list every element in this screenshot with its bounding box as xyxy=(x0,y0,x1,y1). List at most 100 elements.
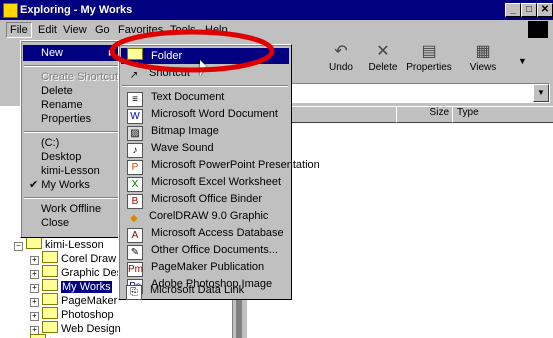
views-dropdown-icon[interactable]: ▼ xyxy=(518,56,527,66)
menu-edit[interactable]: Edit xyxy=(38,24,57,36)
views-button[interactable]: ▦ Views xyxy=(462,42,504,78)
tree-label: Corel Draw xyxy=(61,253,117,265)
collapse-icon[interactable]: − xyxy=(14,242,23,251)
folder-icon xyxy=(42,307,58,319)
folder-icon xyxy=(30,334,46,338)
menu-item-office-binder[interactable]: B Microsoft Office Binder xyxy=(127,191,263,209)
delete-label: Delete xyxy=(368,62,398,73)
annotation-ellipse-shape xyxy=(109,29,275,73)
tree-item-graphic-design[interactable]: + Graphic Desig xyxy=(30,265,131,279)
annotation-ellipse xyxy=(109,29,275,73)
menu-item-other-office[interactable]: ✎ Other Office Documents... xyxy=(127,242,278,260)
item-label: Other Office Documents... xyxy=(151,244,278,256)
title-bar: Exploring - My Works _ □ ✕ xyxy=(0,0,553,20)
item-label: Microsoft Data Link xyxy=(150,284,245,296)
checkmark-icon: ✔ xyxy=(29,179,39,191)
menu-item-text-document[interactable]: ≡ Text Document xyxy=(127,89,225,107)
open-folder-icon xyxy=(42,279,58,291)
address-dropdown-icon[interactable]: ▼ xyxy=(533,84,549,102)
item-label: Text Document xyxy=(151,91,225,103)
close-button[interactable]: ✕ xyxy=(537,3,553,17)
column-header-type[interactable]: Type xyxy=(452,106,553,123)
tree-item-web-design[interactable]: + Web Design xyxy=(30,321,121,335)
menu-item-powerpoint[interactable]: P Microsoft PowerPoint Presentation xyxy=(127,157,320,175)
menu-bar: File Edit View Go Favorites Tools Help xyxy=(0,20,553,40)
item-label: Microsoft Excel Worksheet xyxy=(151,176,282,188)
menu-item-wave-sound[interactable]: ♪ Wave Sound xyxy=(127,140,214,158)
menu-separator xyxy=(24,197,118,199)
views-label: Views xyxy=(469,62,497,73)
properties-button[interactable]: ▤ Properties xyxy=(404,42,454,78)
tree-label: PageMaker xyxy=(61,295,118,307)
expand-icon[interactable]: + xyxy=(30,256,39,265)
item-label: PageMaker Publication xyxy=(151,261,265,273)
menu-item-recent-my-works[interactable]: ✔ My Works xyxy=(29,177,90,193)
new-label: New xyxy=(41,47,64,59)
properties-icon: ▤ xyxy=(421,43,437,60)
expand-icon[interactable]: + xyxy=(30,298,39,307)
menu-item-close[interactable]: Close xyxy=(41,215,69,231)
menu-item-bitmap-image[interactable]: ▨ Bitmap Image xyxy=(127,123,219,141)
office-binder-icon: B xyxy=(127,194,143,209)
menu-separator xyxy=(122,85,288,87)
splitter-bar xyxy=(236,300,242,338)
menu-item-word-document[interactable]: W Microsoft Word Document xyxy=(127,106,278,124)
my-works-label: My Works xyxy=(41,179,90,191)
folder-icon xyxy=(42,265,58,277)
undo-button[interactable]: ↶ Undo xyxy=(320,42,362,78)
menu-item-excel[interactable]: X Microsoft Excel Worksheet xyxy=(127,174,282,192)
menu-separator xyxy=(24,131,118,133)
menu-item-new[interactable]: New ▶ xyxy=(23,45,119,61)
explorer-icon xyxy=(3,3,18,18)
minimize-button[interactable]: _ xyxy=(505,3,521,17)
office-document-icon: ✎ xyxy=(127,245,143,260)
delete-button[interactable]: ✕ Delete xyxy=(362,42,404,78)
folder-icon xyxy=(42,293,58,305)
expand-icon[interactable]: + xyxy=(30,312,39,321)
powerpoint-icon: P xyxy=(127,160,143,175)
address-input[interactable]: ▼ xyxy=(290,83,550,103)
folder-icon xyxy=(26,237,42,249)
windows-logo-icon xyxy=(528,21,548,38)
tree-item-test[interactable]: test xyxy=(30,334,67,338)
size-label: Size xyxy=(429,107,449,118)
expand-icon[interactable]: + xyxy=(30,270,39,279)
coreldraw-icon: ◆ xyxy=(130,213,138,224)
tree-item-photoshop[interactable]: + Photoshop xyxy=(30,307,114,321)
tree-item-corel-draw[interactable]: + Corel Draw xyxy=(30,251,116,265)
menu-item-data-link-label[interactable]: ⎘ Microsoft Data Link xyxy=(126,282,245,300)
menu-item-coreldraw[interactable]: ◆ CorelDRAW 9.0 Graphic xyxy=(127,208,268,224)
maximize-button[interactable]: □ xyxy=(521,3,537,17)
item-label: Microsoft Access Database xyxy=(151,227,284,239)
tree-item-pagemaker[interactable]: + PageMaker xyxy=(30,293,117,307)
tree-item-my-works[interactable]: + My Works xyxy=(30,279,112,293)
file-menu: New ▶ Create Shortcut Delete Rename Prop… xyxy=(20,40,122,238)
item-label: Microsoft Office Binder xyxy=(151,193,263,205)
menu-item-pagemaker[interactable]: Pm PageMaker Publication xyxy=(127,259,265,277)
access-database-icon: A xyxy=(127,228,143,243)
properties-label: Properties xyxy=(406,62,452,73)
column-header-size[interactable]: Size xyxy=(396,106,454,123)
wave-sound-icon: ♪ xyxy=(127,143,143,158)
type-label: Type xyxy=(457,107,479,118)
menu-item-properties[interactable]: Properties xyxy=(41,111,91,127)
excel-icon: X xyxy=(127,177,143,192)
tree-label: Photoshop xyxy=(61,309,114,321)
menu-item-access-database[interactable]: A Microsoft Access Database xyxy=(127,225,284,243)
window-title: Exploring - My Works xyxy=(20,4,133,16)
expand-icon[interactable]: + xyxy=(30,284,39,293)
text-document-icon: ≡ xyxy=(127,92,143,107)
file-list-pane[interactable] xyxy=(248,106,553,338)
undo-label: Undo xyxy=(329,62,353,73)
menu-view[interactable]: View xyxy=(63,24,87,36)
views-icon: ▦ xyxy=(475,43,491,60)
data-link-icon: ⎘ xyxy=(126,285,142,300)
tree-label: kimi-Lesson xyxy=(45,239,104,251)
bitmap-image-icon: ▨ xyxy=(127,126,143,141)
menu-file[interactable]: File xyxy=(6,22,32,38)
pagemaker-icon: Pm xyxy=(127,262,143,277)
menu-separator xyxy=(24,65,118,67)
tree-item-kimi-lesson[interactable]: − kimi-Lesson xyxy=(14,237,104,251)
word-document-icon: W xyxy=(127,109,143,124)
undo-icon: ↶ xyxy=(334,43,348,60)
